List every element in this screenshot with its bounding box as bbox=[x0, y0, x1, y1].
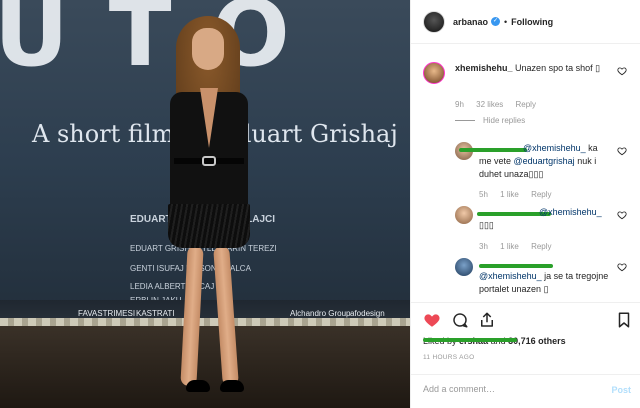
comment-input[interactable] bbox=[423, 384, 593, 394]
reply-likes[interactable]: 1 like bbox=[500, 190, 519, 199]
subject-face bbox=[192, 28, 224, 70]
verified-badge-icon: ✓ bbox=[491, 17, 501, 26]
comment-emoji: ▯ bbox=[595, 63, 601, 73]
post-photo[interactable]: U T O A short film by Eduart Grishaj EDU… bbox=[0, 0, 410, 408]
reply-link[interactable]: Reply bbox=[516, 100, 536, 109]
header-separator: • bbox=[504, 16, 508, 27]
comment-time: 9h bbox=[455, 100, 464, 109]
post-header: arbanao ✓ • Following bbox=[411, 0, 640, 44]
post-side-panel: arbanao ✓ • Following xhemishehu_ Unazen… bbox=[410, 0, 640, 408]
subject-leg bbox=[180, 245, 204, 387]
like-comment-heart-icon[interactable] bbox=[617, 262, 627, 272]
reply-link[interactable]: Reply bbox=[531, 190, 551, 199]
like-comment-heart-icon[interactable] bbox=[617, 210, 627, 220]
subject-belt-buckle bbox=[202, 156, 216, 166]
reply-meta: 3h 1 like Reply bbox=[479, 242, 562, 251]
comment-text: xhemishehu_ Unazen spo ta shof ▯ bbox=[455, 62, 605, 75]
comment-meta: 9h 32 likes Reply bbox=[455, 100, 546, 109]
reply-text: @xhemishehu_ ja se ta tregojne portalet … bbox=[479, 270, 609, 296]
hide-replies-line bbox=[455, 120, 475, 122]
reply-avatar[interactable] bbox=[455, 258, 473, 276]
reply-time: 5h bbox=[479, 190, 488, 199]
comment-likes[interactable]: 32 likes bbox=[476, 100, 503, 109]
comments-list[interactable]: xhemishehu_ Unazen spo ta shof ▯ 9h 32 l… bbox=[411, 44, 640, 302]
sponsor-logo: afodesign bbox=[350, 309, 385, 318]
add-comment-bar: Post bbox=[411, 374, 640, 408]
author-username[interactable]: arbanao bbox=[453, 17, 488, 27]
author-avatar[interactable] bbox=[423, 10, 445, 33]
mention-link[interactable]: @xhemishehu_ bbox=[523, 143, 586, 153]
post-actions-bar bbox=[411, 302, 640, 336]
mention-link[interactable]: @xhemishehu_ bbox=[539, 207, 602, 217]
reply-likes[interactable]: 1 like bbox=[500, 242, 519, 251]
reply-emoji: ▯▯▯ bbox=[528, 169, 544, 179]
reply-emoji: ▯ bbox=[543, 284, 549, 294]
comment-bubble-icon[interactable] bbox=[451, 311, 469, 329]
reply-text: @xhemishehu_ ka me vete @eduartgrishaj n… bbox=[479, 142, 609, 181]
mention-link[interactable]: @eduartgrishaj bbox=[514, 156, 575, 166]
like-heart-icon[interactable] bbox=[423, 311, 441, 329]
reply-avatar[interactable] bbox=[455, 206, 473, 224]
share-icon[interactable] bbox=[478, 311, 496, 329]
like-comment-heart-icon[interactable] bbox=[617, 66, 627, 76]
photo-subject bbox=[148, 14, 268, 408]
redaction-mark bbox=[423, 338, 517, 342]
subject-skirt bbox=[168, 204, 250, 248]
commenter-username[interactable]: xhemishehu_ bbox=[455, 63, 513, 73]
reply-meta: 5h 1 like Reply bbox=[479, 190, 562, 199]
subject-shoe bbox=[186, 380, 210, 392]
reply-time: 3h bbox=[479, 242, 488, 251]
sponsor-logo: FAVASTRIMESI bbox=[78, 309, 136, 318]
bookmark-icon[interactable] bbox=[615, 311, 633, 329]
reply-link[interactable]: Reply bbox=[531, 242, 551, 251]
post-comment-button[interactable]: Post bbox=[611, 385, 631, 395]
post-timestamp[interactable]: 11 HOURS AGO bbox=[423, 354, 475, 361]
commenter-avatar[interactable] bbox=[423, 62, 445, 84]
hide-replies-toggle[interactable]: Hide replies bbox=[455, 116, 525, 125]
following-button[interactable]: Following bbox=[511, 17, 553, 27]
subject-shoe bbox=[220, 380, 244, 392]
mention-link[interactable]: @xhemishehu_ bbox=[479, 271, 542, 281]
liked-by-others[interactable]: 30,716 others bbox=[508, 336, 566, 346]
reply-emoji: ▯▯▯ bbox=[479, 220, 494, 230]
hide-replies-label: Hide replies bbox=[483, 116, 526, 125]
sponsor-logo: Alchandro Group bbox=[290, 309, 351, 318]
reply-text: @xhemishehu_ ▯▯▯ bbox=[479, 206, 609, 232]
comment-body: Unazen spo ta shof bbox=[515, 63, 593, 73]
like-comment-heart-icon[interactable] bbox=[617, 146, 627, 156]
subject-leg bbox=[213, 245, 239, 387]
redaction-mark bbox=[479, 264, 553, 268]
